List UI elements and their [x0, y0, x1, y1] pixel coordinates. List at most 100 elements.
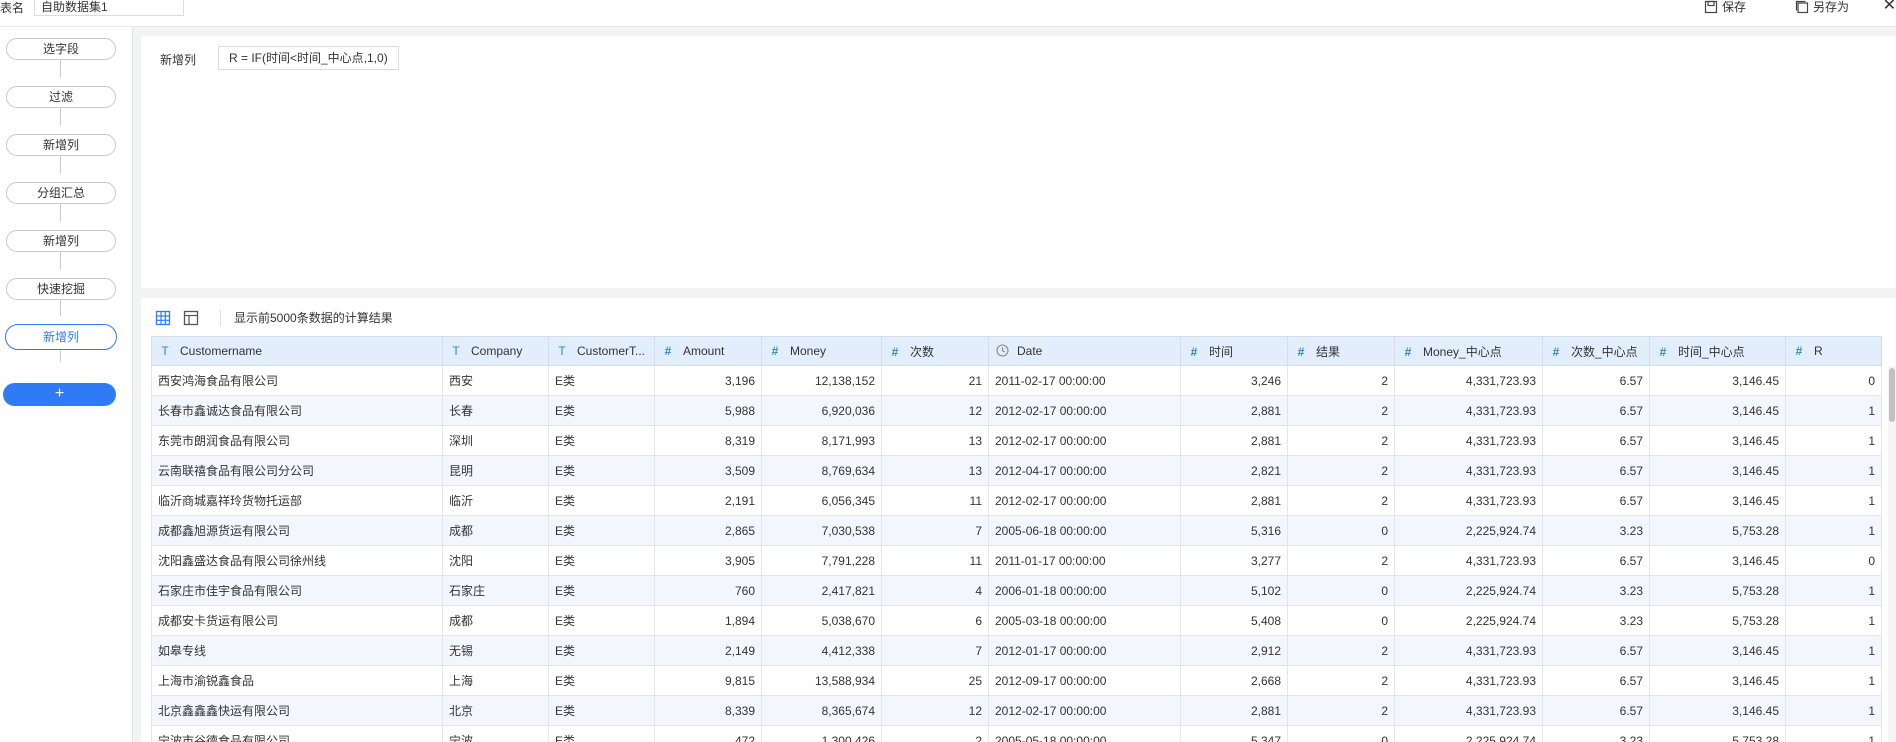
table-cell: E类 — [548, 605, 655, 636]
table-cell: 1 — [1785, 725, 1882, 742]
flow-step-add-column[interactable]: 新增列 — [6, 134, 116, 156]
table-view-icon[interactable] — [155, 310, 171, 326]
table-cell: 北京 — [442, 695, 549, 726]
scrollbar-thumb[interactable] — [1889, 368, 1895, 422]
table-cell: E类 — [548, 365, 655, 396]
column-header[interactable]: # R — [1785, 336, 1882, 366]
table-row[interactable]: 北京鑫鑫鑫快运有限公司 北京 E类 8,339 8,365,674 12 2012-02-1… — [151, 695, 1882, 726]
table-cell: 8,365,674 — [761, 695, 882, 726]
table-cell: 1 — [1785, 395, 1882, 426]
table-cell: 0 — [1785, 365, 1882, 396]
flow-step-add-column-active[interactable]: 新增列 — [5, 324, 117, 350]
table-row[interactable]: 沈阳鑫盛达食品有限公司徐州线 沈阳 E类 3,905 7,791,228 11 2011-0… — [151, 545, 1882, 576]
table-cell: 成都安卡货运有限公司 — [151, 605, 443, 636]
column-header[interactable]: # 结果 — [1287, 336, 1395, 366]
table-header-row: T Customername T Company T CustomerT... # Amoun… — [151, 336, 1882, 366]
formula-panel: 新增列 R = IF(时间<时间_中心点,1,0) — [141, 36, 1896, 288]
date-type-icon — [995, 344, 1009, 358]
step-flow: 选字段 过滤 新增列 分组汇总 新增列 快速挖掘 新增列 + — [0, 27, 133, 742]
table-row[interactable]: 如皋专线 无锡 E类 2,149 4,412,338 7 2012-01-17 00:00:… — [151, 635, 1882, 666]
table-cell: 13,588,934 — [761, 665, 882, 696]
column-header[interactable]: # 次数_中心点 — [1542, 336, 1650, 366]
top-bar: 表名 保存 另存为 ✕ — [0, 0, 1896, 27]
column-header[interactable]: # 时间_中心点 — [1649, 336, 1786, 366]
table-row[interactable]: 石家庄市佳宇食品有限公司 石家庄 E类 760 2,417,821 4 2006-01-18… — [151, 575, 1882, 606]
table-cell: 8,171,993 — [761, 425, 882, 456]
number-type-icon: # — [891, 344, 899, 359]
table-cell: 3,146.45 — [1649, 365, 1786, 396]
column-header[interactable]: # 次数 — [881, 336, 989, 366]
table-cell: 4 — [881, 575, 989, 606]
table-cell: 1,894 — [654, 605, 762, 636]
result-toolbar: 显示前5000条数据的计算结果 — [141, 298, 1896, 336]
table-cell: 1 — [1785, 665, 1882, 696]
number-type-icon: # — [1190, 344, 1198, 359]
table-cell: 5,347 — [1180, 725, 1288, 742]
table-cell: 13 — [881, 425, 989, 456]
text-type-icon: T — [558, 344, 566, 358]
table-name-input[interactable] — [34, 0, 184, 16]
table-cell: 8,319 — [654, 425, 762, 456]
table-cell: 4,331,723.93 — [1394, 425, 1543, 456]
formula-expression[interactable]: R = IF(时间<时间_中心点,1,0) — [218, 46, 399, 70]
table-cell: 3,196 — [654, 365, 762, 396]
column-header[interactable]: T CustomerT... — [548, 336, 655, 366]
flow-step-group-summary[interactable]: 分组汇总 — [6, 182, 116, 204]
table-cell: 4,331,723.93 — [1394, 395, 1543, 426]
flow-step-quick-mining[interactable]: 快速挖掘 — [6, 278, 116, 300]
table-cell: 3.23 — [1542, 605, 1650, 636]
number-type-icon: # — [1297, 344, 1305, 359]
table-cell: 东莞市朗润食品有限公司 — [151, 425, 443, 456]
table-row[interactable]: 临沂商城嘉祥玲货物托运部 临沂 E类 2,191 6,056,345 11 2012-02-… — [151, 485, 1882, 516]
save-icon — [1704, 0, 1718, 14]
table-cell: 2012-02-17 00:00:00 — [988, 395, 1181, 426]
column-header[interactable]: # Money — [761, 336, 882, 366]
table-cell: 临沂商城嘉祥玲货物托运部 — [151, 485, 443, 516]
table-row[interactable]: 上海市渝锐鑫食品 上海 E类 9,815 13,588,934 25 2012-09-17 … — [151, 665, 1882, 696]
save-button[interactable]: 保存 — [1704, 0, 1746, 14]
flow-connector — [60, 156, 61, 174]
table-cell: E类 — [548, 575, 655, 606]
column-header[interactable]: Date — [988, 336, 1181, 366]
table-row[interactable]: 成都安卡货运有限公司 成都 E类 1,894 5,038,670 6 2005-03-18 … — [151, 605, 1882, 636]
table-row[interactable]: 西安鸿海食品有限公司 西安 E类 3,196 12,138,152 21 2011-02-1… — [151, 365, 1882, 396]
table-cell: 5,408 — [1180, 605, 1288, 636]
table-cell: 4,331,723.93 — [1394, 665, 1543, 696]
column-header[interactable]: T Customername — [151, 336, 443, 366]
table-cell: 5,753.28 — [1649, 605, 1786, 636]
column-header-label: 结果 — [1316, 344, 1341, 359]
table-row[interactable]: 宁波市谷德食品有限公司 宁波 E类 472 1,300,426 2 2005-05-18 0… — [151, 725, 1882, 742]
flow-step-select-fields[interactable]: 选字段 — [6, 38, 116, 60]
table-row[interactable]: 长春市鑫诚达食品有限公司 长春 E类 5,988 6,920,036 12 2012-02-… — [151, 395, 1882, 426]
table-row[interactable]: 东莞市朗润食品有限公司 深圳 E类 8,319 8,171,993 13 2012-02-1… — [151, 425, 1882, 456]
save-as-button[interactable]: 另存为 — [1795, 0, 1849, 14]
table-row[interactable]: 云南联禧食品有限公司分公司 昆明 E类 3,509 8,769,634 13 2012-04… — [151, 455, 1882, 486]
table-cell: 6.57 — [1542, 485, 1650, 516]
column-header[interactable]: # 时间 — [1180, 336, 1288, 366]
flow-step-filter[interactable]: 过滤 — [6, 86, 116, 108]
table-cell: 5,038,670 — [761, 605, 882, 636]
column-header-label: CustomerT... — [577, 344, 646, 358]
table-cell: 3,905 — [654, 545, 762, 576]
column-header[interactable]: # Amount — [654, 336, 762, 366]
table-cell: E类 — [548, 515, 655, 546]
add-step-button[interactable]: + — [3, 383, 116, 406]
column-header-label: Company — [471, 344, 523, 358]
table-cell: 5,753.28 — [1649, 575, 1786, 606]
close-icon[interactable]: ✕ — [1883, 0, 1896, 14]
column-header[interactable]: # Money_中心点 — [1394, 336, 1543, 366]
table-cell: 2005-03-18 00:00:00 — [988, 605, 1181, 636]
table-row[interactable]: 成都鑫旭源货运有限公司 成都 E类 2,865 7,030,538 7 2005-06-18… — [151, 515, 1882, 546]
table-cell: 6.57 — [1542, 425, 1650, 456]
vertical-scrollbar[interactable] — [1888, 366, 1896, 742]
table-cell: 2,417,821 — [761, 575, 882, 606]
layout-view-icon[interactable] — [183, 310, 199, 326]
table-cell: 5,753.28 — [1649, 515, 1786, 546]
table-cell: 1,300,426 — [761, 725, 882, 742]
table-cell: 7,030,538 — [761, 515, 882, 546]
column-header[interactable]: T Company — [442, 336, 549, 366]
flow-step-add-column[interactable]: 新增列 — [6, 230, 116, 252]
table-cell: E类 — [548, 695, 655, 726]
table-cell: 7 — [881, 635, 989, 666]
table-cell: 如皋专线 — [151, 635, 443, 666]
